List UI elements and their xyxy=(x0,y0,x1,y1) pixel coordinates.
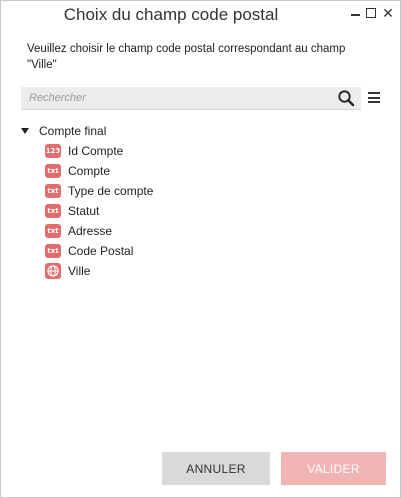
message-line-2: "Ville" xyxy=(27,59,57,71)
text-field-icon: txt xyxy=(45,244,61,258)
tree-item-compte[interactable]: txt Compte xyxy=(45,161,345,181)
tree-item-label: Adresse xyxy=(68,224,113,238)
text-field-icon: txt xyxy=(45,184,61,198)
tree-item-type-de-compte[interactable]: txt Type de compte xyxy=(45,181,345,201)
tree-item-label: Code Postal xyxy=(68,244,134,258)
tree-item-label: Compte xyxy=(68,164,111,178)
caret-down-icon[interactable] xyxy=(21,128,29,134)
maximize-icon[interactable] xyxy=(363,5,379,21)
dialog-title: Choix du champ code postal xyxy=(63,5,279,24)
title-bar: Choix du champ code postal ✕ xyxy=(1,1,400,29)
search-input[interactable] xyxy=(21,87,331,109)
text-field-icon: txt xyxy=(45,204,61,218)
tree-root-label: Compte final xyxy=(39,124,107,138)
tree-root-node[interactable]: Compte final xyxy=(19,121,219,141)
minimize-icon[interactable] xyxy=(347,5,363,21)
tree-item-label: Ville xyxy=(68,264,91,278)
search-box xyxy=(21,87,361,110)
close-icon[interactable]: ✕ xyxy=(380,5,396,21)
search-icon[interactable] xyxy=(337,89,355,107)
tree-item-label: Id Compte xyxy=(68,144,124,158)
tree-item-label: Type de compte xyxy=(68,184,154,198)
tree-item-adresse[interactable]: txt Adresse xyxy=(45,221,345,241)
number-field-icon: 123 xyxy=(45,144,61,158)
tree-item-id-compte[interactable]: 123 Id Compte xyxy=(45,141,345,161)
tree-item-code-postal[interactable]: txt Code Postal xyxy=(45,241,345,261)
geo-field-icon xyxy=(45,263,61,279)
text-field-icon: txt xyxy=(45,224,61,238)
tree-item-ville[interactable]: Ville xyxy=(45,261,345,281)
menu-icon[interactable] xyxy=(368,92,380,103)
dialog-message: Veuillez choisir le champ code postal co… xyxy=(27,41,377,73)
postal-code-field-dialog: Choix du champ code postal ✕ Veuillez ch… xyxy=(0,0,401,498)
text-field-icon: txt xyxy=(45,164,61,178)
tree-item-statut[interactable]: txt Statut xyxy=(45,201,345,221)
cancel-button[interactable]: ANNULER xyxy=(162,452,270,485)
validate-button[interactable]: VALIDER xyxy=(281,452,386,485)
tree-item-label: Statut xyxy=(68,204,100,218)
message-line-1: Veuillez choisir le champ code postal co… xyxy=(27,43,346,55)
